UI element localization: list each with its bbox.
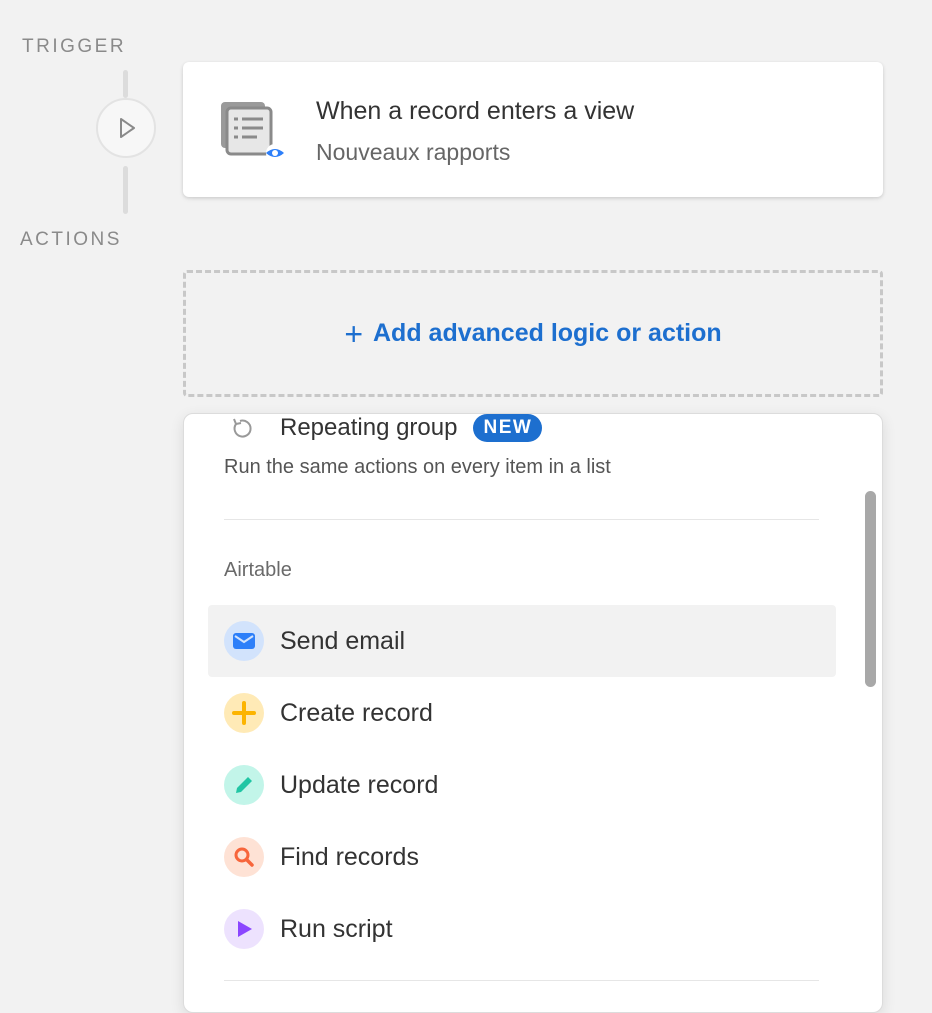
menu-group-label: Airtable xyxy=(224,559,292,581)
plus-icon: + xyxy=(344,315,363,352)
menu-item-send-email[interactable]: Send email xyxy=(208,605,836,677)
play-icon xyxy=(120,118,135,138)
repeating-group-title: Repeating group xyxy=(280,414,458,441)
menu-item-label: Find records xyxy=(280,842,419,871)
trigger-section-label: TRIGGER xyxy=(22,36,127,57)
trigger-title: When a record enters a view xyxy=(316,97,635,125)
trigger-subtitle: Nouveaux rapports xyxy=(316,139,511,165)
menu-item-repeating-group[interactable]: Repeating group NEW xyxy=(224,414,543,447)
add-action-button[interactable]: + Add advanced logic or action xyxy=(183,270,883,397)
repeating-group-description: Run the same actions on every item in a … xyxy=(224,456,611,478)
pencil-icon xyxy=(224,765,264,805)
menu-divider xyxy=(224,980,819,981)
menu-item-create-record[interactable]: Create record xyxy=(208,677,836,749)
menu-scrollbar[interactable] xyxy=(865,491,876,687)
menu-item-update-record[interactable]: Update record xyxy=(208,749,836,821)
add-action-label: Add advanced logic or action xyxy=(373,319,722,347)
menu-item-run-script[interactable]: Run script xyxy=(208,893,836,965)
envelope-icon xyxy=(224,621,264,661)
view-record-icon xyxy=(221,102,284,162)
timeline-rail-bottom xyxy=(123,166,128,214)
menu-item-label: Create record xyxy=(280,698,433,727)
trigger-card[interactable]: When a record enters a view Nouveaux rap… xyxy=(183,62,883,197)
menu-item-label: Run script xyxy=(280,914,393,943)
menu-divider xyxy=(224,519,819,520)
action-menu[interactable]: Repeating group NEW Run the same actions… xyxy=(183,413,883,1013)
menu-item-label: Send email xyxy=(280,626,406,655)
plus-icon xyxy=(224,693,264,733)
menu-item-label: Update record xyxy=(280,770,439,799)
new-badge: NEW xyxy=(473,414,543,442)
search-icon xyxy=(224,837,264,877)
play-icon xyxy=(224,909,264,949)
actions-section-label: ACTIONS xyxy=(20,229,122,250)
timeline-rail-top xyxy=(123,70,128,98)
menu-item-find-records[interactable]: Find records xyxy=(208,821,836,893)
repeat-icon xyxy=(224,416,260,440)
trigger-run-button[interactable] xyxy=(96,98,156,158)
